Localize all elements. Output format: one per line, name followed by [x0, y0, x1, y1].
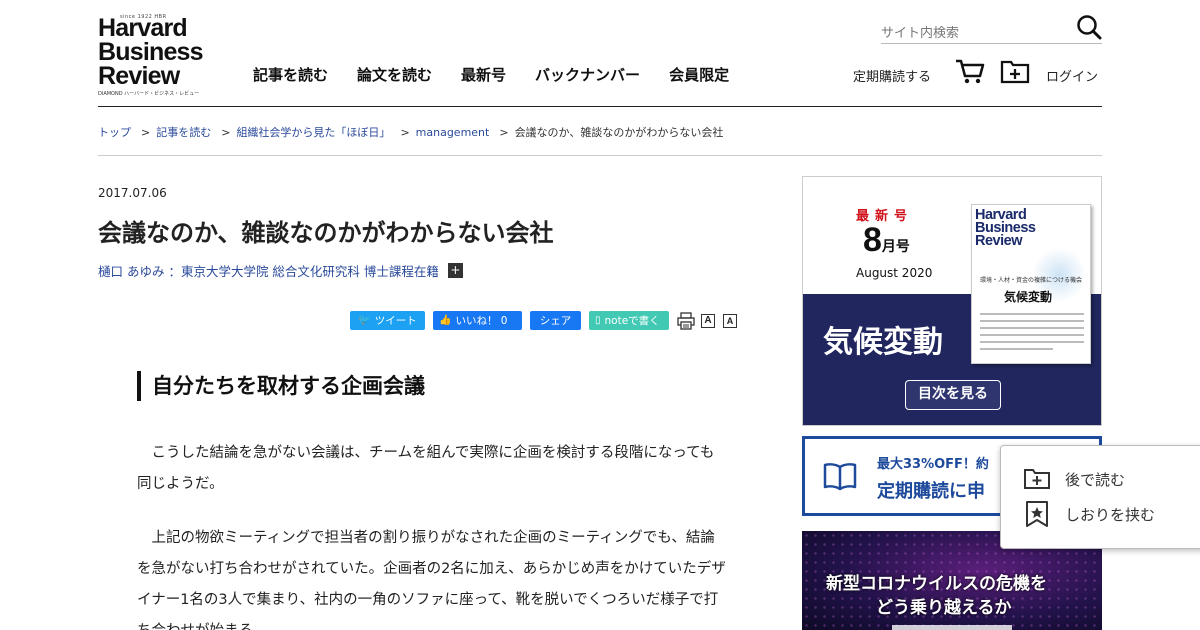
- nav-back-numbers[interactable]: バックナンバー: [535, 64, 640, 85]
- bookmark-star-icon: [1026, 501, 1048, 527]
- breadcrumb-current: 会議なのか、雑談なのかがわからない会社: [514, 126, 724, 139]
- author-expand-button[interactable]: +: [447, 263, 463, 278]
- header-divider: [98, 106, 1102, 107]
- cart-icon[interactable]: [955, 58, 985, 84]
- cover-text-lines: [980, 313, 1084, 355]
- read-later-item[interactable]: 後で読む: [1023, 468, 1125, 490]
- login-link[interactable]: ログイン: [1046, 66, 1098, 85]
- cover-title: Harvard Business Review: [975, 207, 1036, 249]
- section-heading: 自分たちを取材する企画会議: [137, 371, 425, 401]
- issue-date: August 2020: [856, 266, 933, 280]
- note-button[interactable]: ▯ noteで書く: [589, 311, 669, 330]
- folder-add-icon: [1024, 469, 1050, 489]
- article-title: 会議なのか、雑談なのかがわからない会社: [98, 219, 554, 247]
- logo-subtitle: DIAMOND ハーバード・ビジネス・レビュー: [98, 91, 200, 97]
- article-date: 2017.07.06: [98, 186, 167, 200]
- font-small-button[interactable]: A: [723, 313, 737, 328]
- nav-articles[interactable]: 記事を読む: [253, 64, 328, 85]
- bookmark-item[interactable]: しおりを挟む: [1023, 500, 1155, 528]
- open-book-icon: [823, 463, 857, 491]
- nav-papers[interactable]: 論文を読む: [357, 64, 432, 85]
- article-paragraph-1: こうした結論を急がない会議は、チームを組んで実際に企画を検討する段階になっても同…: [137, 445, 715, 492]
- folder-add-icon[interactable]: [1000, 60, 1030, 84]
- like-button[interactable]: 👍 いいね！ 0: [433, 311, 522, 330]
- cover-subtitle: 環境・人材・資金の複雑につける機会: [980, 277, 1083, 284]
- magazine-cover: Harvard Business Review 環境・人材・資金の複雑につける機…: [971, 204, 1091, 364]
- note-icon: ▯: [595, 315, 601, 326]
- twitter-bird-icon: 🐦: [358, 315, 371, 326]
- corona-title-2: どう乗り越えるか: [876, 598, 1012, 618]
- breadcrumb-divider: [98, 155, 1102, 156]
- author-link[interactable]: 樋口 あゆみ ：東京大学大学院 総合文化研究科 博士課程在籍: [98, 261, 439, 280]
- tweet-button[interactable]: 🐦 ツイート: [350, 311, 425, 330]
- article-paragraph-2: 上記の物欲ミーティングで担当者の割り振りがなされた企画のミーティングでも、結論を…: [137, 530, 726, 630]
- article-author: 樋口 あゆみ ：東京大学大学院 総合文化研究科 博士課程在籍 +: [98, 261, 463, 280]
- subscription-cta: 定期購読に申: [877, 481, 985, 502]
- share-bar: 🐦 ツイート 👍 いいね！ 0 シェア ▯ noteで書く A A: [350, 311, 745, 330]
- breadcrumb-category[interactable]: management: [416, 126, 490, 139]
- breadcrumb-series[interactable]: 組織社会学から見た「ほぼ日」: [236, 124, 390, 140]
- breadcrumb-articles[interactable]: 記事を読む: [156, 124, 211, 140]
- save-popup-menu: 後で読む しおりを挟む: [1000, 445, 1200, 549]
- breadcrumb-top[interactable]: トップ: [98, 124, 131, 140]
- cover-main-topic: 気候変動: [1004, 290, 1053, 304]
- search-input[interactable]: [881, 26, 1061, 41]
- subscription-discount: 最大33%OFF！約: [877, 457, 989, 472]
- thumbs-up-icon: 👍: [439, 315, 452, 326]
- search-icon[interactable]: [1076, 14, 1102, 40]
- breadcrumb: トップ > 記事を読む > 組織社会学から見た「ほぼ日」 > managemen…: [98, 124, 724, 140]
- issue-headline: 気候変動: [823, 325, 943, 360]
- toc-button[interactable]: 目次を見る: [905, 380, 1001, 410]
- subscribe-link[interactable]: 定期購読する: [853, 66, 931, 85]
- hbr-logo[interactable]: since 1922 HBR Harvard Business Review D…: [98, 12, 220, 97]
- nav-latest[interactable]: 最新号: [461, 64, 506, 85]
- nav-members-only[interactable]: 会員限定: [669, 64, 729, 85]
- corona-title-1: 新型コロナウイルスの危機を: [826, 574, 1047, 594]
- logo-line-3: Review: [98, 62, 180, 90]
- site-search: [881, 14, 1102, 44]
- print-icon[interactable]: [677, 311, 695, 330]
- issue-month: 8月号: [863, 221, 910, 259]
- share-button[interactable]: シェア: [530, 311, 581, 330]
- font-large-button[interactable]: A: [701, 313, 715, 328]
- main-nav: 記事を読む 論文を読む 最新号 バックナンバー 会員限定: [253, 64, 758, 85]
- latest-issue-banner[interactable]: 最新号 8月号 August 2020 気候変動 目次を見る Harvard B…: [802, 176, 1102, 426]
